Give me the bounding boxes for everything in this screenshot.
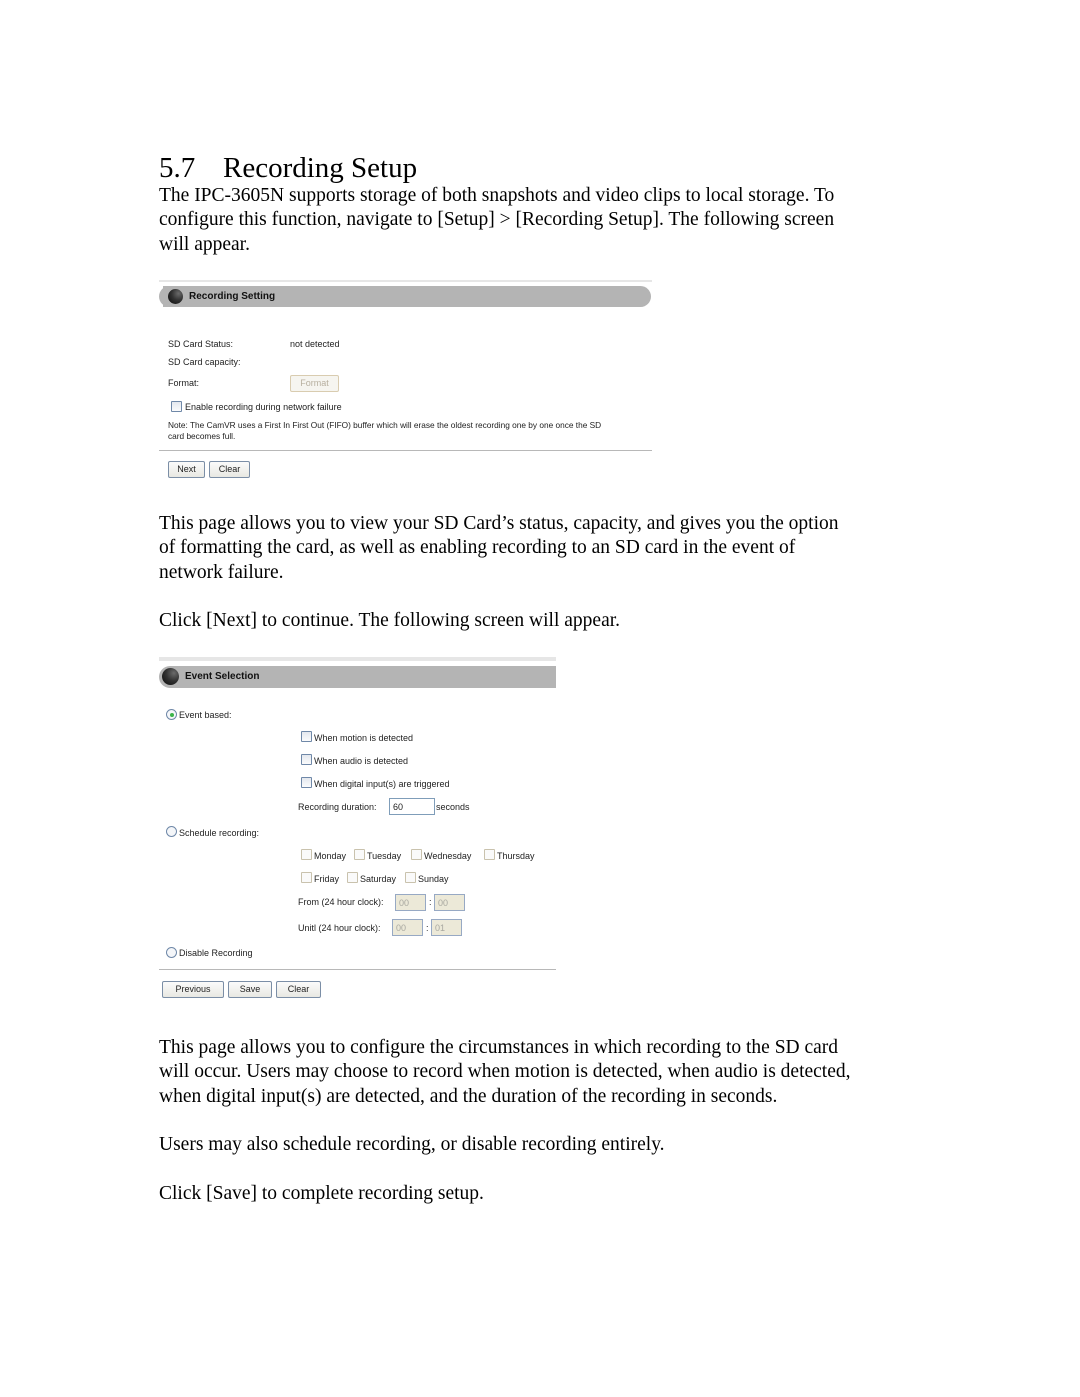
thursday-checkbox[interactable] xyxy=(484,849,495,860)
save-button[interactable]: Save xyxy=(228,981,272,998)
sd-card-paragraph: This page allows you to view your SD Car… xyxy=(159,512,919,585)
saturday-label: Saturday xyxy=(360,874,397,884)
until-time-label: Unitl (24 hour clock): xyxy=(298,923,381,933)
paragraph-line: This page allows you to configure the ci… xyxy=(159,1037,839,1058)
format-label: Format: xyxy=(168,378,200,388)
schedule-paragraph: Users may also schedule recording, or di… xyxy=(159,1134,665,1155)
event-selection-paragraph: This page allows you to configure the ci… xyxy=(159,1036,919,1109)
panel-top-divider xyxy=(159,657,556,661)
duration-unit-label: seconds xyxy=(436,802,470,812)
sd-status-label: SD Card Status: xyxy=(168,339,234,349)
intro-line: configure this function, navigate to [Se… xyxy=(159,209,835,231)
monday-label: Monday xyxy=(314,851,347,861)
sunday-checkbox[interactable] xyxy=(405,872,416,883)
sd-status-value: not detected xyxy=(290,339,340,349)
audio-detected-checkbox[interactable] xyxy=(301,754,312,765)
from-minute-input[interactable] xyxy=(434,894,465,911)
enable-recording-network-failure-checkbox[interactable] xyxy=(171,401,182,412)
recording-duration-label: Recording duration: xyxy=(298,802,377,812)
disable-recording-label: Disable Recording xyxy=(179,948,253,958)
fifo-note-line2: card becomes full. xyxy=(168,431,236,441)
recording-setting-title: Recording Setting xyxy=(189,291,276,302)
recording-setting-panel: Recording Setting SD Card Status: not de… xyxy=(159,280,652,480)
previous-button[interactable]: Previous xyxy=(162,981,224,998)
motion-detected-label: When motion is detected xyxy=(314,733,414,743)
thursday-label: Thursday xyxy=(497,851,535,861)
tuesday-label: Tuesday xyxy=(367,851,402,861)
disable-recording-radio[interactable] xyxy=(166,947,177,958)
panel-top-divider xyxy=(159,280,652,282)
event-selection-panel: Event Selection Event based: When motion… xyxy=(159,657,556,1002)
enable-recording-network-failure-label: Enable recording during network failure xyxy=(185,402,342,412)
audio-detected-label: When audio is detected xyxy=(314,756,409,766)
event-based-radio[interactable] xyxy=(166,709,177,720)
monday-checkbox[interactable] xyxy=(301,849,312,860)
wednesday-label: Wednesday xyxy=(424,851,472,861)
schedule-recording-label: Schedule recording: xyxy=(179,828,260,838)
fifo-note-line1: Note: The CamVR uses a First In First Ou… xyxy=(168,420,602,430)
clear-button[interactable]: Clear xyxy=(209,461,250,478)
motion-detected-checkbox[interactable] xyxy=(301,731,312,742)
event-selection-title: Event Selection xyxy=(185,671,260,682)
paragraph-line: This page allows you to view your SD Car… xyxy=(159,513,839,534)
section-heading: 5.7 Recording Setup xyxy=(159,150,417,186)
next-button[interactable]: Next xyxy=(168,461,205,478)
paragraph-line: will occur. Users may choose to record w… xyxy=(159,1061,851,1083)
from-time-label: From (24 hour clock): xyxy=(298,897,384,907)
sphere-bullet-icon xyxy=(162,668,179,685)
paragraph-line: of formatting the card, as well as enabl… xyxy=(159,537,796,559)
paragraph-line: when digital input(s) are detected, and … xyxy=(159,1085,778,1107)
tuesday-checkbox[interactable] xyxy=(354,849,365,860)
from-hour-input[interactable] xyxy=(395,894,426,911)
format-button[interactable]: Format xyxy=(290,375,339,392)
friday-checkbox[interactable] xyxy=(301,872,312,883)
digital-input-label: When digital input(s) are triggered xyxy=(314,779,450,789)
intro-line: The IPC-3605N supports storage of both s… xyxy=(159,185,835,206)
event-based-label: Event based: xyxy=(179,710,232,720)
clear-button[interactable]: Clear xyxy=(276,981,321,998)
schedule-recording-radio[interactable] xyxy=(166,826,177,837)
paragraph-line: network failure. xyxy=(159,561,284,583)
panel-divider xyxy=(159,969,556,970)
saturday-checkbox[interactable] xyxy=(347,872,358,883)
sd-capacity-label: SD Card capacity: xyxy=(168,357,241,367)
until-minute-input[interactable] xyxy=(431,919,462,936)
until-hour-input[interactable] xyxy=(392,919,423,936)
intro-paragraph: The IPC-3605N supports storage of both s… xyxy=(159,184,919,257)
click-save-paragraph: Click [Save] to complete recording setup… xyxy=(159,1183,484,1204)
click-next-paragraph: Click [Next] to continue. The following … xyxy=(159,610,621,631)
sunday-label: Sunday xyxy=(418,874,449,884)
section-number: 5.7 xyxy=(159,152,196,184)
recording-duration-input[interactable] xyxy=(389,798,435,815)
from-time-separator: : xyxy=(429,897,432,907)
intro-line: will appear. xyxy=(159,233,250,255)
friday-label: Friday xyxy=(314,874,340,884)
until-time-separator: : xyxy=(426,923,429,933)
sphere-bullet-icon xyxy=(168,289,183,304)
digital-input-checkbox[interactable] xyxy=(301,777,312,788)
section-title: Recording Setup xyxy=(223,152,418,184)
wednesday-checkbox[interactable] xyxy=(411,849,422,860)
panel-divider xyxy=(159,450,652,451)
